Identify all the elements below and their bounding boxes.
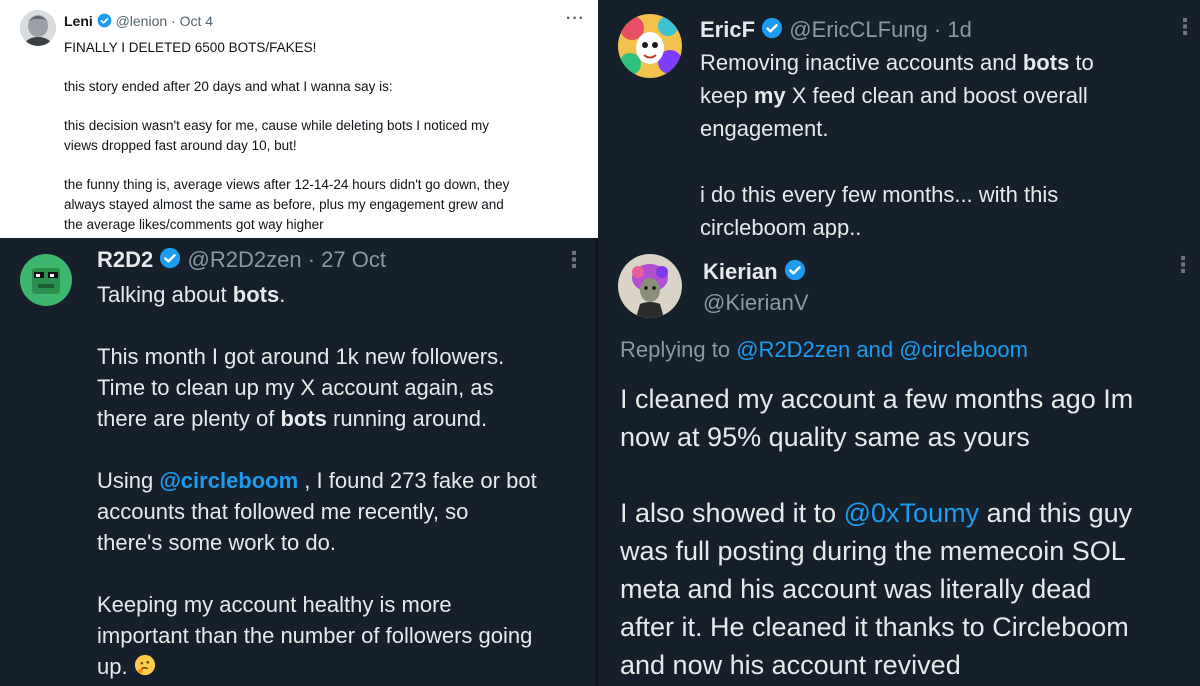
text-run: Talking about [97, 282, 233, 307]
verified-badge-icon [159, 247, 181, 275]
body-line: Using @circleboom , I found 273 fake or … [97, 465, 537, 496]
handle[interactable]: @lenion [116, 13, 168, 29]
body-line: This month I got around 1k new followers… [97, 344, 505, 369]
body-line: FINALLY I DELETED 6500 BOTS/FAKES! [64, 40, 317, 55]
timestamp[interactable]: Oct 4 [180, 13, 213, 29]
tweet-body: I cleaned my account a few months ago Im… [620, 380, 1133, 684]
body-line: Talking about bots. [97, 279, 537, 310]
tweet-header: R2D2 @R2D2zen · 27 Oct [97, 247, 386, 275]
tweet-body: Talking about bots. This month I got aro… [97, 279, 537, 684]
display-name[interactable]: Kierian [703, 259, 778, 284]
body-line: Time to clean up my X account again, as [97, 375, 494, 400]
body-line: always stayed almost the same as before,… [64, 197, 504, 212]
bold-text: my [753, 83, 786, 108]
replying-to-line: Replying to @R2D2zen and @circleboom [620, 337, 1028, 363]
body-line: there's some work to do. [97, 530, 336, 555]
tweet-body: Removing inactive accounts and bots to k… [700, 46, 1094, 238]
mention-link[interactable]: @0xToumy [844, 498, 979, 528]
body-line: Keeping my account healthy is more [97, 592, 452, 617]
tweet-ericf[interactable]: EricF @EricCLFung · 1d ⋮ Removing inacti… [598, 0, 1200, 238]
verified-badge-icon [761, 17, 783, 45]
tweet-header: Kierian [703, 259, 806, 287]
text-run: , I found 273 fake or bot [298, 468, 537, 493]
reply-mention-link[interactable]: @R2D2zen [736, 337, 850, 362]
body-line: circleboom app.. [700, 215, 862, 238]
body-line: was full posting during the memecoin SOL [620, 536, 1126, 566]
body-line: meta and his account was literally dead [620, 574, 1092, 604]
body-line: accounts that followed me recently, so [97, 499, 469, 524]
replying-label: Replying to [620, 337, 731, 362]
bold-text: bots [1022, 50, 1070, 75]
tweet-leni[interactable]: Leni @lenion · Oct 4 ··· FINALLY I DELET… [0, 0, 598, 238]
tweet-header: EricF @EricCLFung · 1d [700, 17, 972, 45]
avatar-leni[interactable] [20, 10, 56, 46]
text-run: up. [97, 654, 128, 679]
more-options-icon[interactable]: ⋮ [1172, 252, 1195, 278]
body-line: after it. He cleaned it thanks to Circle… [620, 612, 1129, 642]
verified-badge-icon [97, 13, 112, 31]
body-line: important than the number of followers g… [97, 623, 533, 648]
display-name[interactable]: EricF [700, 17, 755, 42]
body-line: and now his account revived [620, 650, 961, 680]
body-line: keep my X feed clean and boost overall [700, 79, 1094, 112]
text-run: there are plenty of [97, 406, 281, 431]
body-line: up. [97, 651, 537, 684]
avatar-kierian[interactable] [618, 254, 682, 318]
reply-and-text: and [856, 337, 894, 362]
more-options-icon[interactable]: ⋮ [1174, 14, 1197, 40]
avatar-r2d2-image [20, 254, 72, 306]
text-run: I also showed it to [620, 498, 844, 528]
bold-text: bots [280, 406, 327, 431]
display-name[interactable]: Leni [64, 13, 93, 29]
handle[interactable]: @KierianV [703, 290, 809, 316]
body-line: I also showed it to @0xToumy and this gu… [620, 494, 1133, 532]
reply-mention-link[interactable]: @circleboom [899, 337, 1028, 362]
text-run: Using [97, 468, 160, 493]
body-line: views dropped fast around day 10, but! [64, 138, 297, 153]
separator: · [307, 247, 316, 272]
thinking-face-emoji [134, 653, 156, 684]
verified-badge-icon [784, 259, 806, 287]
tweet-r2d2[interactable]: R2D2 @R2D2zen · 27 Oct ⋮ Talking about b… [0, 238, 598, 686]
more-options-icon[interactable]: ··· [566, 10, 585, 28]
timestamp[interactable]: 1d [947, 17, 971, 42]
timestamp[interactable]: 27 Oct [321, 247, 386, 272]
text-run: . [279, 282, 286, 307]
text-run: X feed clean and boost overall [785, 83, 1088, 108]
mention-link[interactable]: @circleboom [159, 468, 298, 493]
tweet-header: Leni @lenion · Oct 4 [64, 13, 213, 31]
body-line: engagement. [700, 116, 829, 141]
body-line: there are plenty of bots running around. [97, 403, 537, 434]
body-line: I cleaned my account a few months ago Im [620, 384, 1134, 414]
avatar-leni-image [20, 10, 56, 46]
text-run: running around. [326, 406, 488, 431]
avatar-ericf-image [618, 14, 682, 78]
tweet-body: FINALLY I DELETED 6500 BOTS/FAKES! this … [64, 38, 509, 235]
display-name[interactable]: R2D2 [97, 247, 153, 272]
body-line: this decision wasn't easy for me, cause … [64, 118, 490, 133]
body-line: Removing inactive accounts and bots to [700, 46, 1094, 79]
text-run: Removing inactive accounts and [700, 50, 1023, 75]
text-run: to [1069, 50, 1094, 75]
tweet-kierian[interactable]: Kierian @KierianV ⋮ Replying to @R2D2zen… [598, 238, 1200, 686]
body-line: the average likes/comments got way highe… [64, 217, 324, 232]
avatar-kierian-image [618, 254, 682, 318]
text-run: and this guy [979, 498, 1133, 528]
avatar-r2d2[interactable] [20, 254, 72, 306]
body-line: the funny thing is, average views after … [64, 177, 510, 192]
body-line: now at 95% quality same as yours [620, 422, 1030, 452]
body-line: this story ended after 20 days and what … [64, 79, 393, 94]
avatar-ericf[interactable] [618, 14, 682, 78]
handle[interactable]: @EricCLFung [789, 17, 928, 42]
bold-text: bots [232, 282, 280, 307]
handle[interactable]: @R2D2zen [188, 247, 302, 272]
body-line: i do this every few months... with this [700, 182, 1059, 207]
separator: · [171, 13, 176, 29]
text-run: keep [700, 83, 754, 108]
more-options-icon[interactable]: ⋮ [563, 247, 586, 273]
separator: · [933, 17, 942, 42]
